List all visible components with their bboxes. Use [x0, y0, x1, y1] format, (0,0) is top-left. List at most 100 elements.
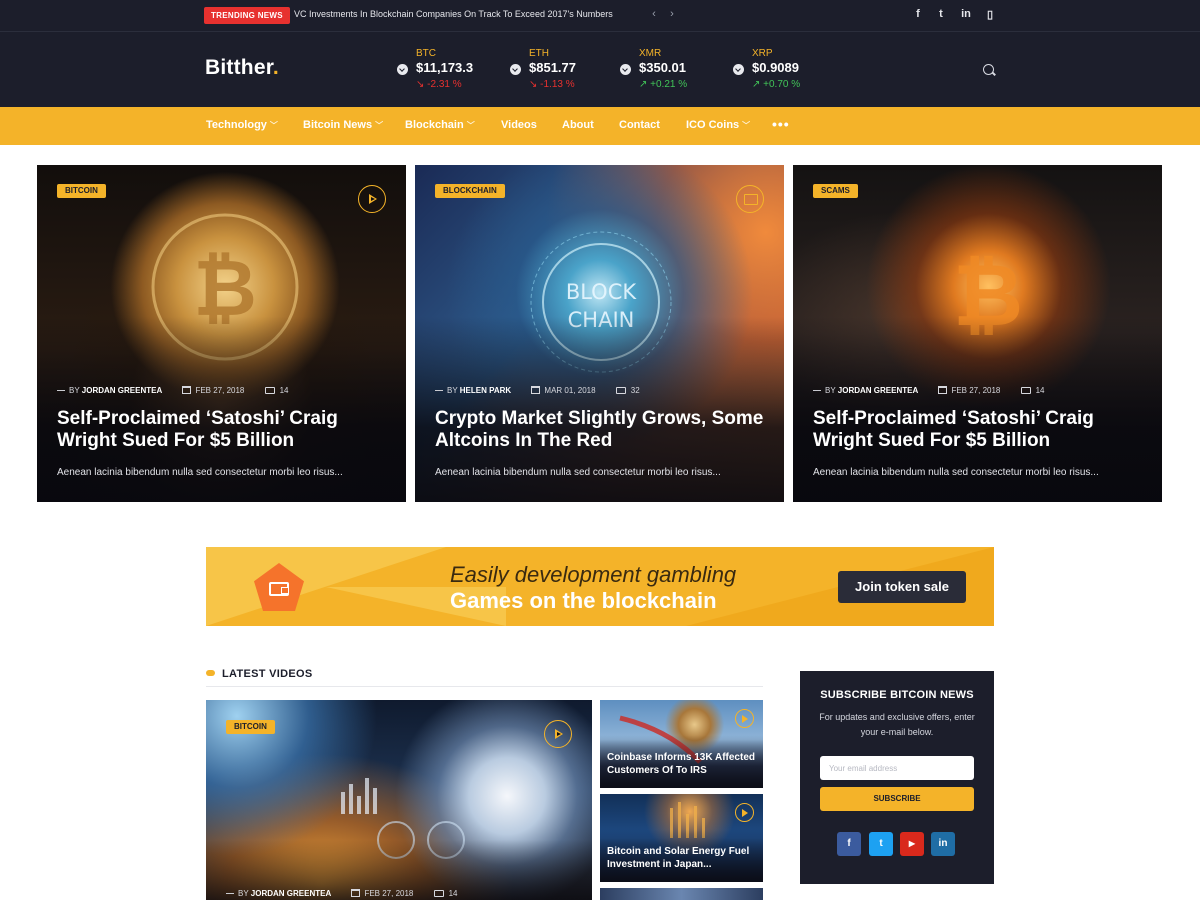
search-icon[interactable]	[983, 64, 994, 75]
trending-next-arrow-icon[interactable]: ›	[666, 8, 678, 20]
trending-prev-arrow-icon[interactable]: ‹	[648, 8, 660, 20]
play-icon[interactable]	[735, 803, 754, 822]
post-date: MAR 01, 2018	[544, 386, 596, 395]
meta-by: BY	[447, 386, 458, 395]
meta-dash	[57, 390, 65, 392]
nav-item-ico-coins[interactable]: ICO Coins ﹀	[686, 119, 750, 131]
meta-dash	[226, 893, 234, 895]
video-image-partial	[600, 888, 763, 900]
facebook-icon[interactable]: f	[837, 832, 861, 856]
chevron-down-icon: ﹀	[742, 121, 751, 130]
author-link[interactable]: JORDAN GREENTEA	[838, 386, 918, 395]
meta-by: BY	[238, 889, 249, 898]
site-logo[interactable]: Bitther.	[205, 56, 279, 80]
youtube-icon[interactable]: ▶	[900, 832, 924, 856]
author-link[interactable]: JORDAN GREENTEA	[82, 386, 162, 395]
main-video-card[interactable]: BITCOIN BY JORDAN GREENTEA FEB 27, 2018 …	[206, 700, 592, 900]
category-badge[interactable]: BITCOIN	[57, 184, 106, 198]
ad-banner[interactable]: Easily development gambling Games on the…	[206, 547, 994, 626]
calendar-icon	[182, 386, 192, 394]
trending-headline-link[interactable]: VC Investments In Blockchain Companies O…	[294, 9, 613, 19]
chevron-circle-icon	[510, 64, 521, 75]
card-title[interactable]: Self-Proclaimed ‘Satoshi’ Craig Wright S…	[57, 408, 387, 452]
ticker-btc[interactable]: BTC $11,173.3 ↘ -2.31 %	[397, 48, 502, 92]
post-meta: BY JORDAN GREENTEA FEB 27, 2018 14	[813, 386, 1045, 398]
site-header: Bitther. BTC $11,173.3 ↘ -2.31 % ETH $85…	[0, 32, 1200, 107]
logo-dot: .	[272, 56, 279, 79]
side-video-title[interactable]: Bitcoin and Solar Energy Fuel Investment…	[607, 845, 757, 871]
mobile-icon[interactable]: ▯	[982, 8, 998, 21]
nav-item-blockchain[interactable]: Blockchain ﹀	[405, 119, 475, 131]
logo-text: Bitther	[205, 56, 273, 79]
wallet-icon	[269, 582, 289, 596]
more-menu-icon[interactable]: •••	[772, 116, 790, 132]
nav-item-about[interactable]: About	[562, 119, 594, 131]
linkedin-icon[interactable]: in	[958, 8, 974, 20]
subscribe-title: SUBSCRIBE BITCOIN NEWS	[820, 689, 974, 701]
author-link[interactable]: HELEN PARK	[460, 386, 511, 395]
card-title[interactable]: Crypto Market Slightly Grows, Some Altco…	[435, 408, 765, 452]
ticker-change: ↗ +0.21 %	[639, 79, 688, 90]
meta-by: BY	[825, 386, 836, 395]
side-video-card[interactable]: Bitcoin and Solar Energy Fuel Investment…	[600, 794, 763, 882]
side-video-title[interactable]: Coinbase Informs 13K Affected Customers …	[607, 751, 757, 777]
banner-subheadline: Games on the blockchain	[450, 588, 717, 613]
subscribe-button[interactable]: SUBSCRIBE	[820, 787, 974, 811]
nav-item-technology[interactable]: Technology ﹀	[206, 119, 278, 131]
chevron-down-icon: ﹀	[269, 121, 278, 130]
comment-count: 32	[630, 386, 640, 395]
comment-icon	[615, 387, 626, 394]
featured-card[interactable]: ₿ BITCOIN BY JORDAN GREENTEA FEB 27, 201…	[37, 165, 406, 502]
nav-item-label: About	[562, 119, 594, 131]
chevron-circle-icon	[620, 64, 631, 75]
twitter-icon[interactable]: t	[869, 832, 893, 856]
chevron-circle-icon	[733, 64, 744, 75]
play-icon[interactable]	[358, 185, 386, 213]
meta-by: BY	[69, 386, 80, 395]
category-badge[interactable]: BITCOIN	[226, 720, 275, 734]
nav-item-label: Bitcoin News	[303, 119, 373, 131]
post-meta: BY HELEN PARK MAR 01, 2018 32	[435, 386, 640, 398]
nav-item-label: Videos	[501, 119, 537, 131]
play-icon[interactable]	[544, 720, 572, 748]
chevron-circle-icon	[397, 64, 408, 75]
nav-item-contact[interactable]: Contact	[619, 119, 660, 131]
subscribe-description: For updates and exclusive offers, enter …	[819, 712, 975, 737]
side-video-card[interactable]: Coinbase Informs 13K Affected Customers …	[600, 700, 763, 788]
meta-dash	[813, 390, 821, 392]
trending-badge: TRENDING NEWS	[204, 7, 290, 24]
featured-card[interactable]: ₿ SCAMS BY JORDAN GREENTEA FEB 27, 2018 …	[793, 165, 1162, 502]
card-excerpt: Aenean lacinia bibendum nulla sed consec…	[57, 467, 343, 478]
ticker-change: ↘ -2.31 %	[416, 79, 462, 90]
top-bar: TRENDING NEWS VC Investments In Blockcha…	[0, 0, 1200, 32]
ticker-symbol: XRP	[752, 48, 773, 59]
post-meta: BY JORDAN GREENTEA FEB 27, 2018 14	[226, 889, 458, 900]
nav-item-label: Blockchain	[405, 119, 464, 131]
nav-item-label: ICO Coins	[686, 119, 740, 131]
main-nav: Technology ﹀ Bitcoin News ﹀ Blockchain ﹀ Vi…	[0, 107, 1200, 145]
ticker-eth[interactable]: ETH $851.77 ↘ -1.13 %	[510, 48, 615, 92]
category-badge[interactable]: SCAMS	[813, 184, 858, 198]
banner-headline: Easily development gambling	[450, 562, 737, 587]
nav-item-bitcoin-news[interactable]: Bitcoin News ﹀	[303, 119, 383, 131]
card-title[interactable]: Self-Proclaimed ‘Satoshi’ Craig Wright S…	[813, 408, 1143, 452]
calendar-icon	[938, 386, 948, 394]
facebook-icon[interactable]: f	[910, 8, 926, 20]
linkedin-icon[interactable]: in	[931, 832, 955, 856]
ticker-symbol: BTC	[416, 48, 436, 59]
image-icon[interactable]	[736, 185, 764, 213]
play-icon[interactable]	[735, 709, 754, 728]
meta-dash	[435, 390, 443, 392]
author-link[interactable]: JORDAN GREENTEA	[251, 889, 331, 898]
side-video-card[interactable]	[600, 888, 763, 900]
ticker-xmr[interactable]: XMR $350.01 ↗ +0.21 %	[620, 48, 725, 92]
calendar-icon	[351, 889, 361, 897]
card-excerpt: Aenean lacinia bibendum nulla sed consec…	[813, 467, 1099, 478]
featured-card[interactable]: BLOCK CHAIN BLOCKCHAIN BY HELEN PARK MAR…	[415, 165, 784, 502]
category-badge[interactable]: BLOCKCHAIN	[435, 184, 505, 198]
ticker-xrp[interactable]: XRP $0.9089 ↗ +0.70 %	[733, 48, 838, 92]
twitter-icon[interactable]: t	[933, 8, 949, 20]
email-field[interactable]	[820, 756, 974, 780]
join-token-sale-button[interactable]: Join token sale	[838, 571, 966, 603]
nav-item-videos[interactable]: Videos	[501, 119, 537, 131]
